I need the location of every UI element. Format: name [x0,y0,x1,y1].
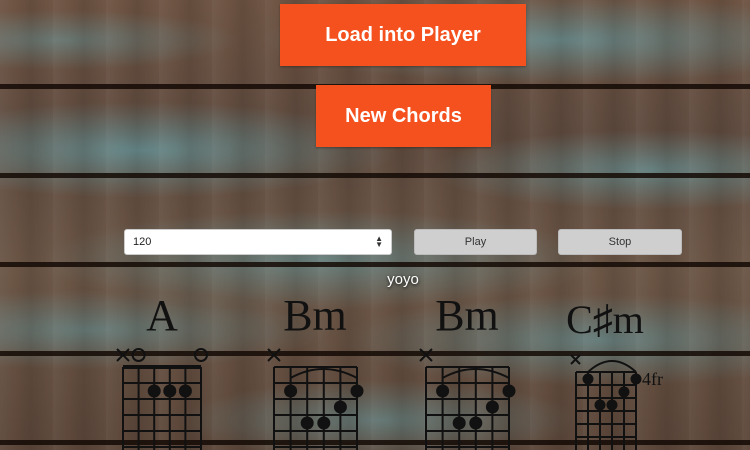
chord-grid [267,348,364,450]
finger-dot [333,400,347,414]
open-string-icon [131,348,146,362]
finger-dot [618,386,630,398]
fret-position-label: 4fr [642,369,663,389]
finger-dot [630,373,642,385]
finger-dot [485,400,499,414]
finger-dot [178,384,192,398]
finger-dot [582,373,594,385]
new-chords-button[interactable]: New Chords [316,85,491,147]
tempo-select[interactable]: 120 ▲ ▼ [124,229,392,255]
finger-dot [594,399,606,411]
chord-grid [419,348,516,450]
song-title: yoyo [387,271,419,288]
finger-dot [317,416,331,430]
chord-diagram-bm: Bm [255,290,375,450]
finger-dot [350,384,364,398]
chord-diagram-bm-2: Bm [407,290,527,450]
finger-dot [284,384,298,398]
chord-grid: 4fr [570,354,663,450]
stop-button[interactable]: Stop [558,229,682,255]
barre-arc [587,360,637,373]
chord-diagram-a: A [102,290,222,450]
tempo-value: 120 [133,236,152,248]
load-into-player-button[interactable]: Load into Player [280,4,526,66]
open-string-icon [194,348,208,362]
finger-dot [300,416,314,430]
finger-dot [606,399,618,411]
chord-diagram-csharp-m: C♯m 4fr [545,290,665,450]
finger-dot [147,384,161,398]
finger-dot [436,384,450,398]
play-button[interactable]: Play [414,229,537,255]
chord-grid [116,348,208,450]
finger-dot [452,416,466,430]
select-arrows-icon: ▲ ▼ [375,234,383,249]
finger-dot [469,416,483,430]
finger-dot [163,384,177,398]
finger-dot [502,384,516,398]
